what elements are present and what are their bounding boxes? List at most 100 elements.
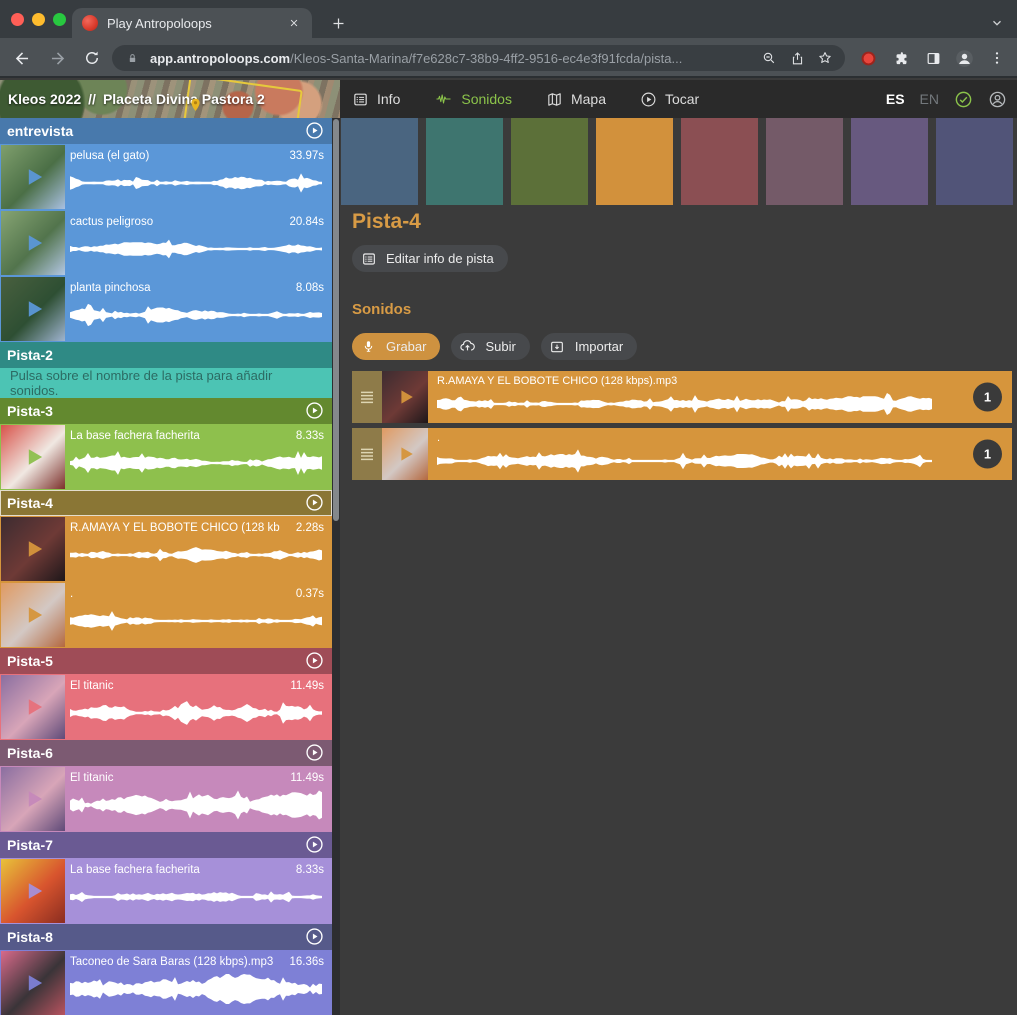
nav-item-sonidos[interactable]: Sonidos [434, 91, 512, 107]
edit-track-info-button[interactable]: Editar info de pista [352, 245, 508, 272]
browser-tab[interactable]: Play Antropoloops [72, 8, 312, 38]
sound-thumbnail[interactable]: circle cx="12" cy="12" r="9.4" fill="non… [382, 371, 428, 423]
sound-item[interactable]: circle cx="12" cy="12" r="9.4" fill="non… [0, 516, 332, 582]
track-play-button[interactable] [305, 835, 325, 855]
sound-duration: 2.28s [296, 522, 324, 534]
nav-item-info[interactable]: Info [352, 91, 400, 108]
track-section: Pista-2Pulsa sobre el nombre de la pista… [0, 342, 332, 398]
sound-thumbnail[interactable]: circle cx="12" cy="12" r="9.4" fill="non… [1, 425, 65, 489]
edit-track-info-label: Editar info de pista [386, 251, 494, 266]
breadcrumb-session[interactable]: Placeta Divina Pastora 2 [103, 91, 265, 107]
sound-name: . [437, 432, 932, 444]
browser-window: Play Antropoloops app.antropoloops.com/K… [0, 0, 1017, 1015]
sound-thumbnail[interactable]: circle cx="12" cy="12" r="9.4" fill="non… [1, 767, 65, 831]
import-button[interactable]: Importar [541, 333, 637, 360]
sound-thumbnail[interactable]: circle cx="12" cy="12" r="9.4" fill="non… [1, 859, 65, 923]
track-color-swatch[interactable] [511, 118, 588, 205]
zoom-out-icon[interactable] [759, 48, 779, 68]
url-bar[interactable]: app.antropoloops.com/Kleos-Santa-Marina/… [112, 45, 845, 71]
account-icon[interactable] [988, 90, 1007, 109]
upload-button[interactable]: Subir [451, 333, 529, 360]
forward-button[interactable] [45, 46, 69, 70]
nav-item-tocar[interactable]: Tocar [640, 91, 699, 108]
track-play-button[interactable] [305, 493, 325, 513]
close-tab-icon[interactable] [286, 15, 302, 31]
play-circle-icon: circle cx="12" cy="12" r="9.4" fill="non… [12, 528, 54, 570]
track-color-swatch[interactable] [596, 118, 673, 205]
new-tab-button[interactable] [326, 11, 350, 35]
breadcrumb[interactable]: Kleos 2022 // Placeta Divina Pastora 2 [0, 80, 340, 118]
sound-item[interactable]: circle cx="12" cy="12" r="9.4" fill="non… [0, 766, 332, 832]
track-color-swatch[interactable] [851, 118, 928, 205]
track-play-button[interactable] [305, 927, 325, 947]
sound-item[interactable]: circle cx="12" cy="12" r="9.4" fill="non… [0, 950, 332, 1015]
track-color-swatch[interactable] [766, 118, 843, 205]
profile-avatar[interactable] [952, 46, 976, 70]
track-color-swatch[interactable] [936, 118, 1013, 205]
sound-row[interactable]: circle cx="12" cy="12" r="9.4" fill="non… [352, 371, 1012, 423]
language-es-toggle[interactable]: ES [886, 91, 905, 107]
minimize-window-button[interactable] [32, 13, 45, 26]
breadcrumb-project[interactable]: Kleos 2022 [8, 91, 81, 107]
track-header[interactable]: entrevista [0, 118, 332, 144]
sound-thumbnail[interactable]: circle cx="12" cy="12" r="9.4" fill="non… [1, 951, 65, 1015]
sound-thumbnail[interactable]: circle cx="12" cy="12" r="9.4" fill="non… [382, 428, 428, 480]
sound-item[interactable]: circle cx="12" cy="12" r="9.4" fill="non… [0, 674, 332, 740]
track-play-button[interactable] [305, 401, 325, 421]
track-empty-message: Pulsa sobre el nombre de la pista para a… [0, 368, 332, 398]
sound-item[interactable]: circle cx="12" cy="12" r="9.4" fill="non… [0, 858, 332, 924]
fullscreen-window-button[interactable] [53, 13, 66, 26]
record-button[interactable]: Grabar [352, 333, 440, 360]
sound-thumbnail[interactable]: circle cx="12" cy="12" r="9.4" fill="non… [1, 145, 65, 209]
track-play-button[interactable] [305, 651, 325, 671]
track-header[interactable]: Pista-4 [0, 490, 332, 516]
sound-thumbnail[interactable]: circle cx="12" cy="12" r="9.4" fill="non… [1, 211, 65, 275]
track-color-swatch[interactable] [426, 118, 503, 205]
sound-item[interactable]: circle cx="12" cy="12" r="9.4" fill="non… [0, 582, 332, 648]
track-header[interactable]: Pista-6 [0, 740, 332, 766]
track-header[interactable]: Pista-2 [0, 342, 332, 368]
drag-handle[interactable] [352, 428, 382, 480]
track-play-button[interactable] [305, 121, 325, 141]
track-header[interactable]: Pista-3 [0, 398, 332, 424]
browser-menu-icon[interactable] [985, 46, 1009, 70]
app-nav: Info Sonidos Mapa Tocar [352, 80, 699, 118]
close-window-button[interactable] [11, 13, 24, 26]
track-detail-panel: Pista-4 Editar info de pista Sonidos Gra… [340, 118, 1017, 1015]
header-right: ES EN [886, 80, 1007, 118]
sound-thumbnail[interactable]: circle cx="12" cy="12" r="9.4" fill="non… [1, 277, 65, 341]
track-header[interactable]: Pista-8 [0, 924, 332, 950]
sound-item[interactable]: circle cx="12" cy="12" r="9.4" fill="non… [0, 276, 332, 342]
play-circle-icon: circle cx="12" cy="12" r="9.4" fill="non… [12, 594, 54, 636]
record-extension-icon[interactable] [856, 46, 880, 70]
share-icon[interactable] [787, 48, 807, 68]
nav-item-mapa[interactable]: Mapa [546, 91, 606, 108]
sound-row[interactable]: circle cx="12" cy="12" r="9.4" fill="non… [352, 428, 1012, 480]
sound-thumbnail[interactable]: circle cx="12" cy="12" r="9.4" fill="non… [1, 675, 65, 739]
language-en-toggle[interactable]: EN [920, 91, 939, 107]
sound-item[interactable]: circle cx="12" cy="12" r="9.4" fill="non… [0, 144, 332, 210]
sync-check-icon[interactable] [954, 90, 973, 109]
track-play-button[interactable] [305, 743, 325, 763]
reload-button[interactable] [80, 46, 104, 70]
scrollbar-thumb[interactable] [333, 119, 339, 521]
sound-item[interactable]: circle cx="12" cy="12" r="9.4" fill="non… [0, 210, 332, 276]
extensions-puzzle-icon[interactable] [889, 46, 913, 70]
sound-thumbnail[interactable]: circle cx="12" cy="12" r="9.4" fill="non… [1, 583, 65, 647]
track-swatches [341, 118, 1013, 205]
track-color-swatch[interactable] [681, 118, 758, 205]
side-panel-icon[interactable] [921, 46, 945, 70]
back-button[interactable] [10, 46, 34, 70]
sound-item[interactable]: circle cx="12" cy="12" r="9.4" fill="non… [0, 424, 332, 490]
drag-handle[interactable] [352, 371, 382, 423]
bookmark-star-icon[interactable] [815, 48, 835, 68]
track-header[interactable]: Pista-5 [0, 648, 332, 674]
sound-thumbnail[interactable]: circle cx="12" cy="12" r="9.4" fill="non… [1, 517, 65, 581]
upload-button-label: Subir [485, 339, 515, 354]
track-color-swatch[interactable] [341, 118, 418, 205]
track-header[interactable]: Pista-7 [0, 832, 332, 858]
sidebar-scrollbar[interactable] [332, 118, 340, 1015]
favicon-icon [82, 15, 98, 31]
url-domain: app.antropoloops.com [150, 51, 290, 66]
tab-search-chevron-icon[interactable] [985, 11, 1009, 35]
